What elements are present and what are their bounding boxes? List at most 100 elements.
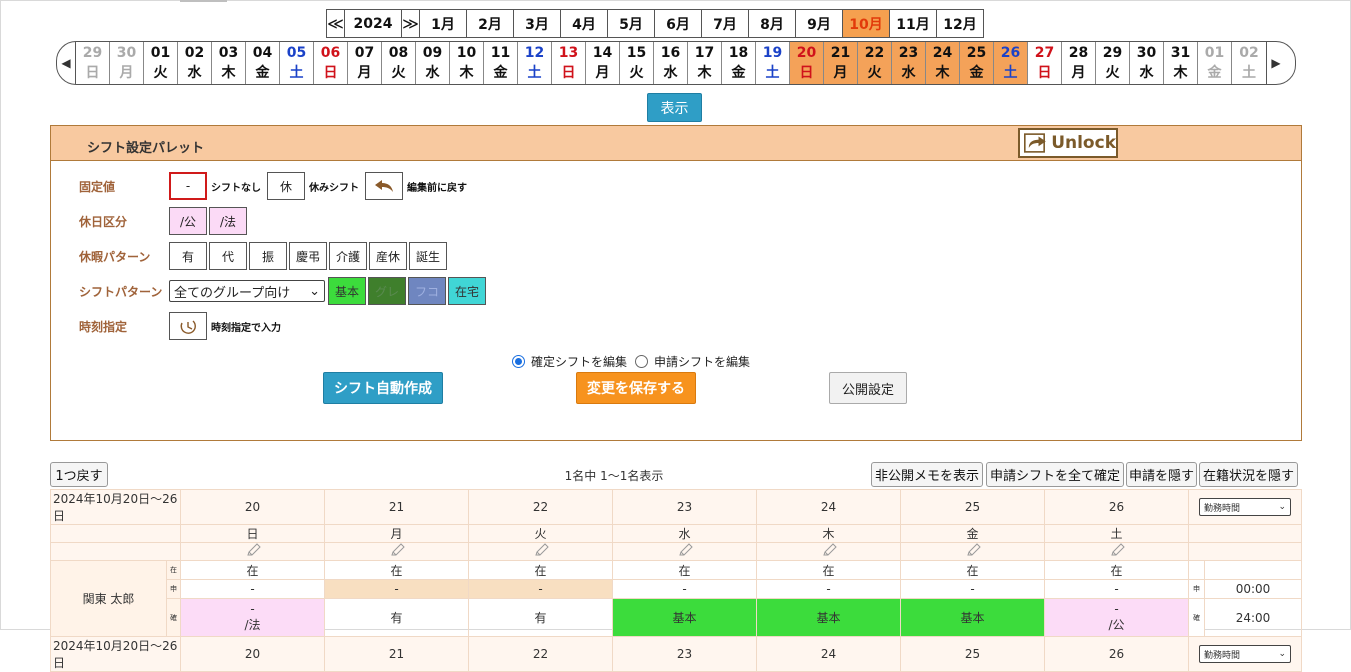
day-cell[interactable]: 10 木 [450,42,484,84]
kaku-cell[interactable]: 基本 [612,598,758,637]
shift-remote-box[interactable]: 在宅 [448,277,486,305]
day-cell[interactable]: 13 日 [552,42,586,84]
shin-cell[interactable]: - [180,579,326,599]
next-week-button[interactable]: ▶ [1266,42,1285,84]
rest-shift-box[interactable]: 休 [267,172,305,200]
month-button-6[interactable]: 6月 [654,9,702,38]
undo-button[interactable]: 1つ戻す [50,462,108,487]
month-button-9[interactable]: 9月 [795,9,843,38]
hide-requests-button[interactable]: 申請を隠す [1126,462,1197,487]
day-cell[interactable]: 04 金 [246,42,280,84]
prev-week-button[interactable]: ◀ [57,42,76,84]
day-cell[interactable]: 24 木 [926,42,960,84]
day-cell[interactable]: 25 金 [960,42,994,84]
memo-cell[interactable] [900,542,1046,561]
day-cell[interactable]: 31 木 [1164,42,1198,84]
kaku-cell[interactable]: 基本 [756,598,902,637]
day-cell[interactable]: 14 月 [586,42,620,84]
day-cell[interactable]: 02 土 [1232,42,1266,84]
memo-cell[interactable] [468,542,614,561]
time-input-box[interactable] [169,312,207,340]
month-button-10[interactable]: 10月 [842,9,890,38]
day-cell[interactable]: 30 月 [110,42,144,84]
day-cell[interactable]: 19 土 [756,42,790,84]
day-cell[interactable]: 09 水 [416,42,450,84]
day-cell[interactable]: 01 火 [144,42,178,84]
holiday-public-box[interactable]: /公 [169,207,207,235]
next-metric-select[interactable]: 勤務時間 ⌄ [1199,645,1292,663]
day-cell[interactable]: 06 日 [314,42,348,84]
leave-birthday-box[interactable]: 誕生 [409,242,447,270]
day-cell[interactable]: 11 金 [484,42,518,84]
day-cell[interactable]: 22 火 [858,42,892,84]
day-cell[interactable]: 28 月 [1062,42,1096,84]
leave-transfer-box[interactable]: 振 [249,242,287,270]
day-cell[interactable]: 15 火 [620,42,654,84]
day-cell[interactable]: 20 日 [790,42,824,84]
radio-request[interactable] [635,355,649,368]
month-button-11[interactable]: 11月 [889,9,937,38]
shift-gray-box[interactable]: グレ [368,277,406,305]
radio-confirmed[interactable] [512,355,525,368]
kaku-cell[interactable]: 基本 [900,598,1046,637]
revert-box[interactable] [365,172,403,200]
publish-settings-button[interactable]: 公開設定 [829,372,907,404]
month-button-1[interactable]: 1月 [419,9,467,38]
shin-cell[interactable]: - [468,579,614,599]
no-shift-box[interactable]: - [169,172,207,200]
day-cell[interactable]: 05 土 [280,42,314,84]
day-cell[interactable]: 17 木 [688,42,722,84]
memo-cell[interactable] [1044,542,1190,561]
auto-create-button[interactable]: シフト自動作成 [323,372,443,404]
show-button[interactable]: 表示 [647,93,702,122]
leave-paid-box[interactable]: 有 [169,242,207,270]
kaku-cell[interactable]: 有 [468,598,614,637]
shin-cell[interactable]: - [324,579,470,599]
leave-condolence-box[interactable]: 慶弔 [289,242,327,270]
day-cell[interactable]: 29 日 [76,42,110,84]
group-select[interactable]: 全てのグループ向け ⌄ [169,280,325,302]
month-button-4[interactable]: 4月 [560,9,608,38]
month-button-2[interactable]: 2月 [466,9,514,38]
day-cell[interactable]: 27 日 [1028,42,1062,84]
day-cell[interactable]: 23 水 [892,42,926,84]
month-button-7[interactable]: 7月 [701,9,749,38]
month-button-5[interactable]: 5月 [607,9,655,38]
day-cell[interactable]: 03 木 [212,42,246,84]
leave-care-box[interactable]: 介護 [329,242,367,270]
day-cell[interactable]: 02 水 [178,42,212,84]
shin-cell[interactable]: - [1044,579,1190,599]
save-changes-button[interactable]: 変更を保存する [576,372,696,404]
holiday-legal-box[interactable]: /法 [209,207,247,235]
day-cell[interactable]: 16 水 [654,42,688,84]
memo-cell[interactable] [612,542,758,561]
month-button-3[interactable]: 3月 [513,9,561,38]
leave-substitute-box[interactable]: 代 [209,242,247,270]
month-button-8[interactable]: 8月 [748,9,796,38]
day-cell[interactable]: 12 土 [518,42,552,84]
leave-maternity-box[interactable]: 産休 [369,242,407,270]
day-cell[interactable]: 21 月 [824,42,858,84]
day-cell[interactable]: 01 金 [1198,42,1232,84]
shin-cell[interactable]: - [756,579,902,599]
next-year-button[interactable]: ≫ [401,9,420,38]
prev-year-button[interactable]: ≪ [326,9,345,38]
shin-cell[interactable]: - [900,579,1046,599]
private-memo-button[interactable]: 非公開メモを表示 [871,462,983,487]
day-cell[interactable]: 07 月 [348,42,382,84]
kaku-cell[interactable]: 有 [324,598,470,637]
month-button-12[interactable]: 12月 [936,9,984,38]
shin-cell[interactable]: - [612,579,758,599]
memo-cell[interactable] [756,542,902,561]
confirm-all-requests-button[interactable]: 申請シフトを全て確定 [986,462,1124,487]
day-cell[interactable]: 29 火 [1096,42,1130,84]
day-cell[interactable]: 08 火 [382,42,416,84]
hide-status-button[interactable]: 在籍状況を隠す [1199,462,1298,487]
memo-cell[interactable] [324,542,470,561]
unlock-button[interactable]: Unlock [1018,128,1118,158]
day-cell[interactable]: 18 金 [722,42,756,84]
shift-basic-box[interactable]: 基本 [328,277,366,305]
metric-select[interactable]: 勤務時間 ⌄ [1199,498,1292,516]
memo-cell[interactable] [180,542,326,561]
shift-flex-box[interactable]: フコ [408,277,446,305]
